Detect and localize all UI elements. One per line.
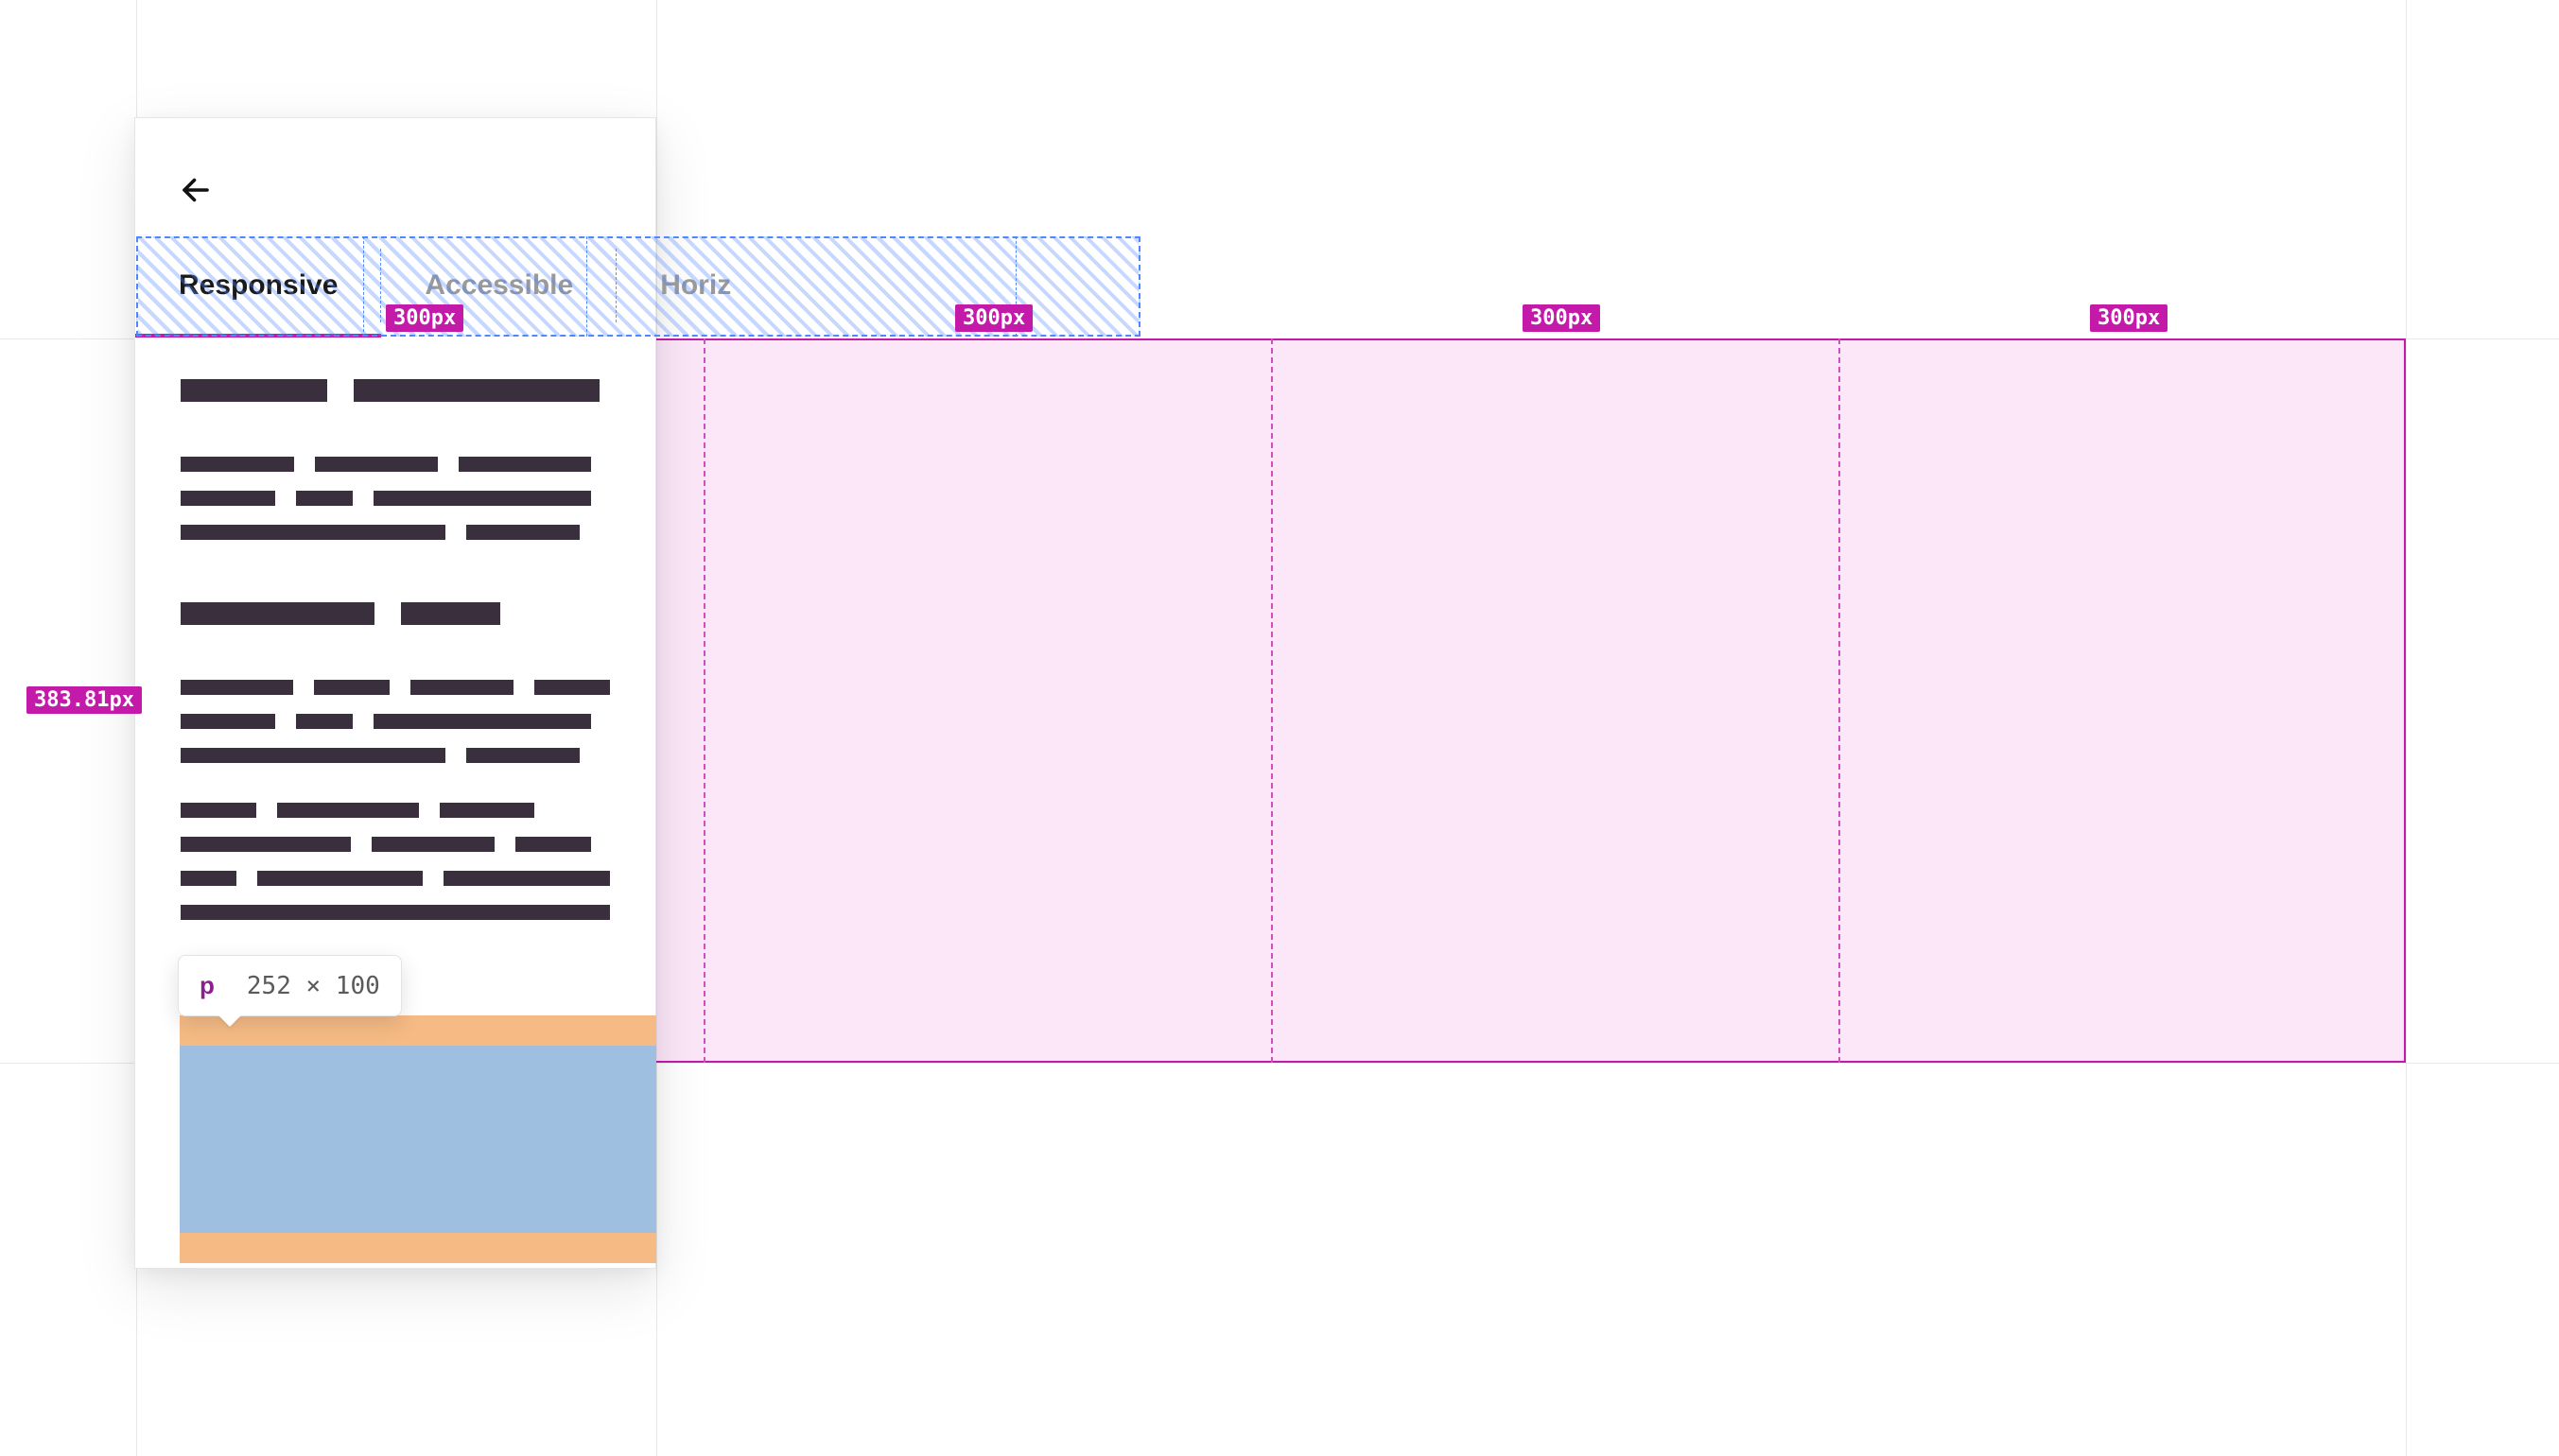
skeleton-seg [315,457,438,472]
skeleton-seg [181,714,275,729]
skeleton-seg [181,680,293,695]
skeleton-seg [372,837,495,852]
tab-label: Responsive [179,269,338,302]
skeleton-bar [354,379,600,402]
content-inner [135,339,655,920]
skeleton-seg [466,748,580,763]
skeleton-seg [410,680,514,695]
boxmodel-margin-top [180,1015,656,1046]
skeleton-seg [440,803,534,818]
tab-row: Responsive Accessible Horiz [135,235,655,336]
skeleton-paragraph [181,457,610,540]
tab-responsive[interactable]: Responsive [135,235,381,336]
grid-col-width-label: 300px [2090,304,2167,332]
skeleton-bar [401,602,500,625]
skeleton-seg [296,491,353,506]
skeleton-heading [181,602,610,625]
guide-line [656,0,657,1456]
skeleton-seg [181,803,256,818]
boxmodel-margin-bottom [180,1233,656,1263]
skeleton-seg [534,680,610,695]
grid-height-label: 383.81px [26,686,142,714]
skeleton-seg [181,871,236,886]
guide-line [2406,0,2407,1456]
grid-col-width-label: 300px [955,304,1033,332]
skeleton-seg [466,525,580,540]
skeleton-seg [181,525,445,540]
tab-horizontal[interactable]: Horiz [617,235,731,336]
grid-column-divider [704,338,705,1063]
skeleton-bar [181,602,374,625]
grid-column-divider [1271,338,1273,1063]
skeleton-seg [277,803,419,818]
skeleton-seg [257,871,424,886]
flex-item-divider [1016,236,1017,337]
skeleton-bar [181,379,327,402]
skeleton-seg [444,871,610,886]
boxmodel-content [180,1046,656,1233]
skeleton-seg [296,714,353,729]
skeleton-seg [181,905,610,920]
skeleton-seg [515,837,591,852]
arrow-left-icon [179,173,213,207]
skeleton-seg [314,680,390,695]
skeleton-seg [181,837,351,852]
skeleton-paragraph [181,680,610,763]
tab-active-indicator [135,334,381,338]
skeleton-seg [374,714,591,729]
skeleton-seg [374,491,591,506]
skeleton-seg [181,491,275,506]
grid-col-width-label: 300px [1523,304,1600,332]
tab-label: Accessible [425,269,573,302]
skeleton-paragraph [181,803,610,920]
grid-column-divider [1838,338,1840,1063]
device-topbar [135,118,655,235]
skeleton-heading [181,379,610,402]
skeleton-seg [181,457,294,472]
skeleton-seg [181,748,445,763]
back-button[interactable] [177,171,215,209]
skeleton-seg [459,457,591,472]
tab-label: Horiz [660,269,731,302]
tab-accessible[interactable]: Accessible [381,235,617,336]
